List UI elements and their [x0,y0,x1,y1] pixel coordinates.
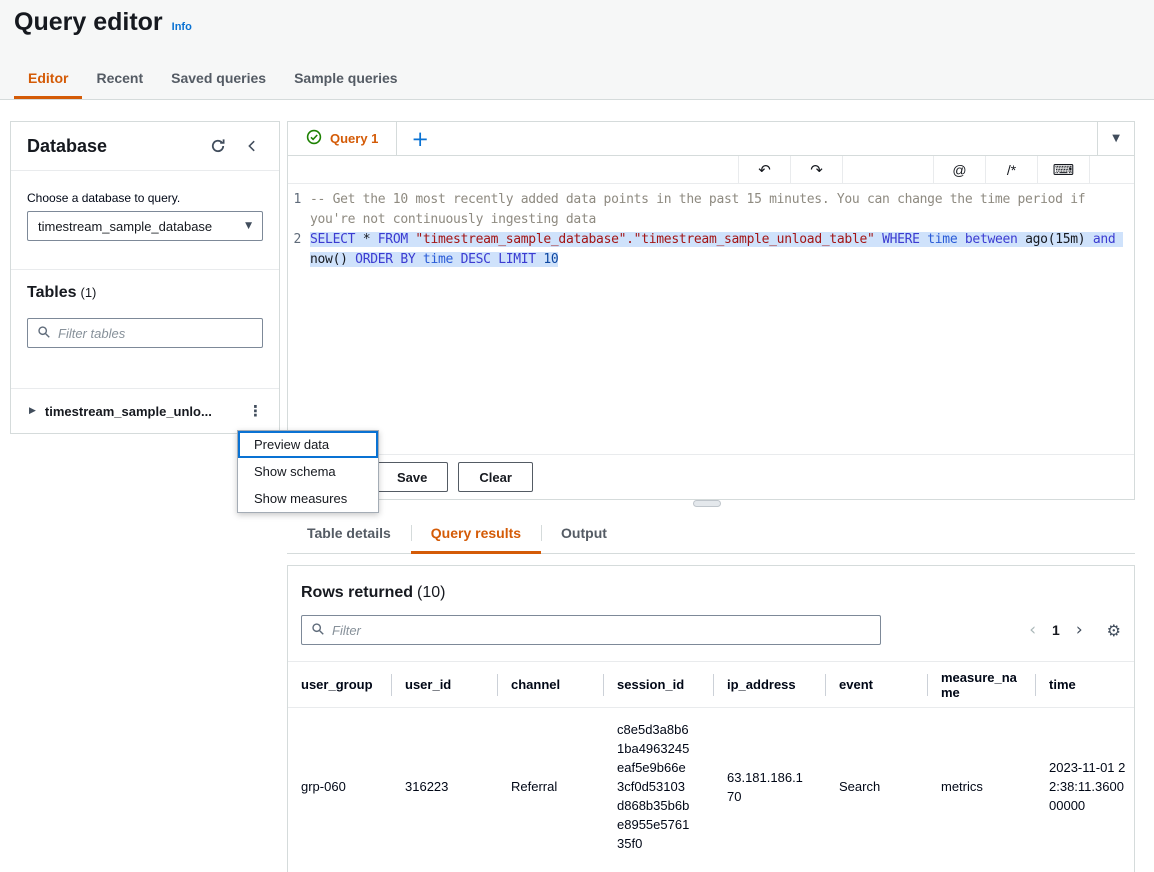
rows-returned-heading: Rows returned(10) [288,566,1134,602]
toolbar-end-spacer [1089,156,1134,183]
search-icon [37,325,51,342]
table-actions-kebab-icon[interactable]: ⋮ [244,402,267,420]
tab-saved-queries[interactable]: Saved queries [157,58,280,99]
code-line-2: 2 SELECT * FROM "timestream_sample_datab… [288,230,1134,270]
spacer [443,122,1097,155]
pagination: ‹ 1 › [1029,622,1082,639]
column-header-ip-address[interactable]: ip_address [714,671,826,698]
toolbar-spacer [842,156,933,183]
spacer [11,348,279,388]
search-icon [311,622,325,639]
undo-icon[interactable]: ↶ [738,156,790,183]
database-panel-title: Database [27,136,195,157]
query-tab-label: Query 1 [330,131,378,146]
choose-database-label: Choose a database to query. [27,191,263,205]
tab-editor[interactable]: Editor [14,58,82,99]
rows-returned-count: (10) [417,584,445,601]
table-context-menu: Preview data Show schema Show measures [237,430,379,513]
cell-user-group: grp-060 [288,777,392,796]
filter-tables-box [27,318,263,348]
current-page[interactable]: 1 [1052,622,1060,638]
column-header-user-id[interactable]: user_id [392,671,498,698]
cell-ip-address: 63.181.186.170 [714,768,826,806]
filter-tables-input[interactable] [58,326,253,341]
mention-icon[interactable]: @ [933,156,985,183]
sql-statement: SELECT * FROM "timestream_sample_databas… [310,230,1134,270]
menu-item-show-schema[interactable]: Show schema [238,458,378,485]
page-header: Query editor Info Editor Recent Saved qu… [0,0,1154,100]
query-results-panel: Rows returned(10) ‹ 1 › ⚙ user_group use… [287,565,1135,872]
column-header-channel[interactable]: channel [498,671,604,698]
redo-icon[interactable]: ↷ [790,156,842,183]
tables-section: Tables(1) [11,270,279,348]
query-editor-panel: Query 1 + ▼ ↶ ↷ @ /* ⌨ 1 -- Get the 10 m… [287,121,1135,500]
database-select-value: timestream_sample_database [38,219,212,234]
editor-toolbar: ↶ ↷ @ /* ⌨ [288,156,1134,184]
next-page-icon[interactable]: › [1076,622,1083,639]
tab-output[interactable]: Output [541,514,627,554]
tab-query-results[interactable]: Query results [411,514,541,554]
tables-heading: Tables(1) [27,284,263,302]
plus-icon: + [411,127,429,151]
sql-editor[interactable]: 1 -- Get the 10 most recently added data… [288,184,1134,454]
previous-page-icon[interactable]: ‹ [1029,622,1036,639]
tab-recent[interactable]: Recent [82,58,157,99]
column-header-time[interactable]: time [1036,671,1135,698]
cell-channel: Referral [498,777,604,796]
line-number: 1 [288,190,310,210]
query-tab-1[interactable]: Query 1 [288,122,397,155]
query-tabs-bar: Query 1 + ▼ [288,122,1134,156]
chevron-down-icon: ▼ [245,221,252,231]
refresh-icon[interactable] [207,135,229,157]
cell-measure-name: metrics [928,777,1036,796]
collapse-panel-icon[interactable] [241,135,263,157]
results-filter-input[interactable] [332,623,871,638]
column-header-session-id[interactable]: session_id [604,671,714,698]
results-filter-box [301,615,881,645]
results-tabs: Table details Query results Output [287,514,1135,554]
column-header-event[interactable]: event [826,671,928,698]
menu-item-show-measures[interactable]: Show measures [238,485,378,512]
tables-count: (1) [81,285,97,300]
editor-actions: Save Clear [288,454,1134,499]
save-button[interactable]: Save [376,462,448,492]
table-row: grp-060 316223 Referral c8e5d3a8b61ba496… [288,708,1134,865]
code-line-1: 1 -- Get the 10 most recently added data… [288,190,1134,230]
query-tabs-dropdown-button[interactable]: ▼ [1097,122,1134,155]
line-number: 2 [288,230,310,250]
sql-comment: -- Get the 10 most recently added data p… [310,190,1134,230]
results-filter-row: ‹ 1 › ⚙ [301,615,1121,645]
results-table-header: user_group user_id channel session_id ip… [288,662,1134,708]
column-header-user-group[interactable]: user_group [288,671,392,698]
table-name: timestream_sample_unlo... [45,404,235,419]
database-select-section: Choose a database to query. timestream_s… [11,171,279,269]
top-tabs: Editor Recent Saved queries Sample queri… [14,58,412,99]
page-title-row: Query editor Info [0,0,1154,37]
database-panel: Database Choose a database to query. tim… [10,121,280,434]
preferences-gear-icon[interactable]: ⚙ [1107,621,1121,640]
panel-resize-handle[interactable] [693,500,721,507]
database-select[interactable]: timestream_sample_database ▼ [27,211,263,241]
cell-session-id: c8e5d3a8b61ba4963245eaf5e9b66e3cf0d53103… [604,720,714,853]
clear-button[interactable]: Clear [458,462,533,492]
add-query-tab-button[interactable]: + [397,122,443,155]
page-title: Query editor [14,8,163,37]
caret-down-icon: ▼ [1112,133,1120,144]
sql-selection: SELECT * FROM "timestream_sample_databas… [310,232,1123,267]
column-header-measure-name[interactable]: measure_name [928,664,1036,706]
comment-block-icon[interactable]: /* [985,156,1037,183]
tab-sample-queries[interactable]: Sample queries [280,58,412,99]
tab-table-details[interactable]: Table details [287,514,411,554]
cell-time: 2023-11-01 22:38:11.360000000 [1036,758,1135,815]
menu-item-preview-data[interactable]: Preview data [238,431,378,458]
info-link[interactable]: Info [172,21,192,33]
database-panel-header: Database [11,122,279,171]
cell-user-id: 316223 [392,777,498,796]
cell-event: Search [826,777,928,796]
table-list-item[interactable]: ▶ timestream_sample_unlo... ⋮ [11,389,279,433]
expand-triangle-icon[interactable]: ▶ [29,406,36,416]
keyboard-shortcuts-icon[interactable]: ⌨ [1037,156,1089,183]
query-valid-check-icon [306,129,322,148]
